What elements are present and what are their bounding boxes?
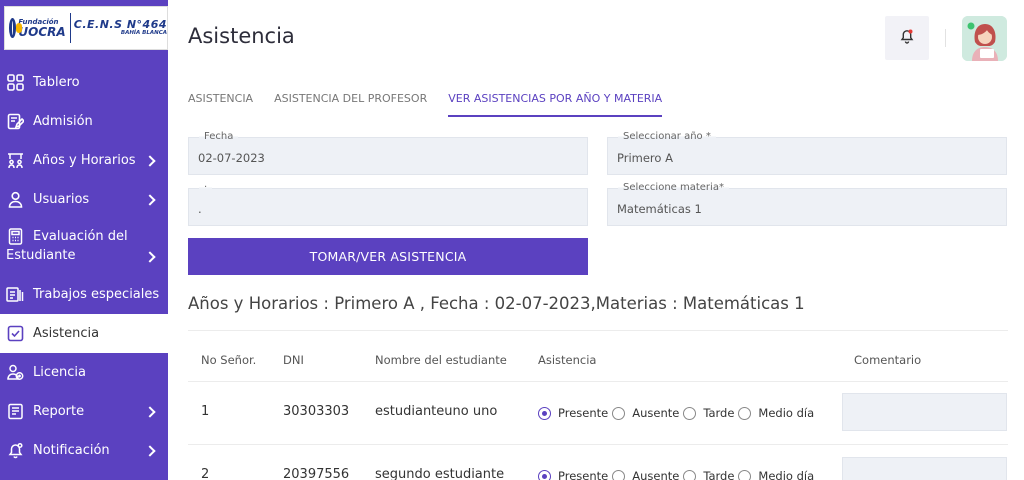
chevron-right-icon [144, 193, 156, 206]
app: Fundación UOCRA C.E.N.S N°464 BAHÍA BLAN… [0, 0, 1024, 480]
row-dni: 30303303 [283, 404, 350, 419]
radio-presente[interactable] [538, 406, 551, 420]
radio-ausente[interactable] [612, 469, 626, 480]
classroom-icon [6, 152, 24, 170]
row-no: 1 [201, 404, 210, 419]
sidebar-item-trabajos-especiales[interactable]: Trabajos especiales [0, 275, 168, 314]
sidebar-nav: Tablero Admisión Años y Horarios Usuario… [0, 63, 168, 470]
sidebar-item-label: Licencia [33, 365, 86, 380]
row-dni: 20397556 [283, 467, 350, 480]
sidebar-item-notificacion[interactable]: Notificación [0, 431, 168, 470]
users-license-icon [6, 364, 24, 382]
tomar-ver-asistencia-button[interactable]: TOMAR/VER ASISTENCIA [188, 238, 588, 275]
col-dni: DNI [283, 353, 304, 367]
divider [188, 444, 1008, 445]
chevron-right-icon [144, 154, 156, 167]
extra-field[interactable]: · . [188, 182, 588, 226]
materia-value: Matemáticas 1 [617, 202, 702, 216]
radio-ausente[interactable] [612, 406, 626, 420]
user-avatar-icon [962, 16, 1007, 61]
user-icon [6, 191, 24, 209]
header-divider [945, 29, 946, 47]
divider [188, 381, 1008, 382]
extra-value: . [198, 202, 202, 216]
sidebar-item-label: Trabajos especiales [33, 287, 160, 302]
chevron-right-icon [144, 251, 156, 263]
fecha-label: Fecha [199, 131, 239, 142]
logo[interactable]: Fundación UOCRA C.E.N.S N°464 BAHÍA BLAN… [4, 6, 168, 50]
attendance-radio-group: Presente Ausente Tarde Medio día [538, 469, 818, 480]
sidebar-item-tablero[interactable]: Tablero [0, 63, 168, 102]
anio-select[interactable]: Seleccionar año * Primero A [607, 131, 1007, 175]
col-nombre: Nombre del estudiante [375, 353, 507, 367]
edit-document-icon [6, 113, 24, 131]
radio-tarde[interactable] [683, 406, 697, 420]
tab-asistencia-profesor[interactable]: ASISTENCIA DEL PROFESOR [274, 82, 427, 117]
attendance-radio-group: Presente Ausente Tarde Medio día [538, 406, 818, 420]
projects-icon [6, 286, 24, 304]
dashboard-grid-icon [6, 74, 24, 92]
sidebar-item-label: Admisión [33, 114, 93, 129]
sidebar-item-asistencia[interactable]: Asistencia [0, 314, 168, 353]
fecha-field[interactable]: Fecha 02-07-2023 [188, 131, 588, 175]
radio-tarde[interactable] [683, 469, 697, 480]
sidebar-item-usuarios[interactable]: Usuarios [0, 180, 168, 219]
radio-presente[interactable] [538, 469, 551, 480]
checkbox-icon [6, 325, 24, 343]
uocra-logo-icon [9, 18, 23, 38]
radio-medio-dia[interactable] [738, 469, 752, 480]
sidebar-item-label: Notificación [33, 443, 110, 458]
materia-label: Seleccione materia* [618, 182, 729, 193]
tab-asistencia[interactable]: ASISTENCIA [188, 82, 253, 117]
tab-ver-asistencias[interactable]: VER ASISTENCIAS POR AÑO Y MATERIA [448, 82, 663, 117]
sidebar-item-label: Usuarios [33, 192, 90, 207]
comment-input[interactable] [842, 457, 1007, 480]
row-no: 2 [201, 467, 210, 480]
fecha-value: 02-07-2023 [198, 151, 265, 165]
chevron-right-icon [144, 444, 156, 457]
page-title: Asistencia [188, 24, 295, 48]
row-name: estudianteuno uno [375, 404, 498, 419]
comment-input[interactable] [842, 393, 1007, 431]
sidebar-item-label: Años y Horarios [33, 153, 136, 168]
col-comentario: Comentario [854, 353, 922, 367]
anio-label: Seleccionar año * [618, 131, 716, 142]
sidebar-item-label: Tablero [33, 75, 80, 90]
summary-heading: Años y Horarios : Primero A , Fecha : 02… [188, 294, 805, 313]
col-no: No Señor. [201, 353, 257, 367]
extra-label: · [199, 182, 213, 193]
sidebar-item-evaluacion[interactable]: Evaluación del Estudiante [0, 219, 168, 275]
col-asistencia: Asistencia [538, 353, 597, 367]
calculator-icon [6, 227, 24, 245]
sidebar-item-reporte[interactable]: Reporte [0, 392, 168, 431]
divider [188, 330, 1008, 331]
notification-icon [6, 442, 24, 460]
sidebar-item-licencia[interactable]: Licencia [0, 353, 168, 392]
chevron-right-icon [144, 405, 156, 418]
sidebar: Fundación UOCRA C.E.N.S N°464 BAHÍA BLAN… [0, 0, 168, 480]
sidebar-item-label: Asistencia [33, 326, 100, 341]
bell-icon [899, 28, 915, 48]
anio-value: Primero A [617, 151, 673, 165]
avatar[interactable] [962, 16, 1007, 61]
radio-medio-dia[interactable] [738, 406, 752, 420]
sidebar-item-admision[interactable]: Admisión [0, 102, 168, 141]
materia-select[interactable]: Seleccione materia* Matemáticas 1 [607, 182, 1007, 226]
sidebar-item-label: Reporte [33, 404, 85, 419]
report-icon [6, 403, 24, 421]
tab-bar: ASISTENCIA ASISTENCIA DEL PROFESOR VER A… [188, 82, 683, 117]
row-name: segundo estudiante [375, 467, 505, 480]
sidebar-item-anios-horarios[interactable]: Años y Horarios [0, 141, 168, 180]
notifications-button[interactable] [885, 16, 929, 60]
